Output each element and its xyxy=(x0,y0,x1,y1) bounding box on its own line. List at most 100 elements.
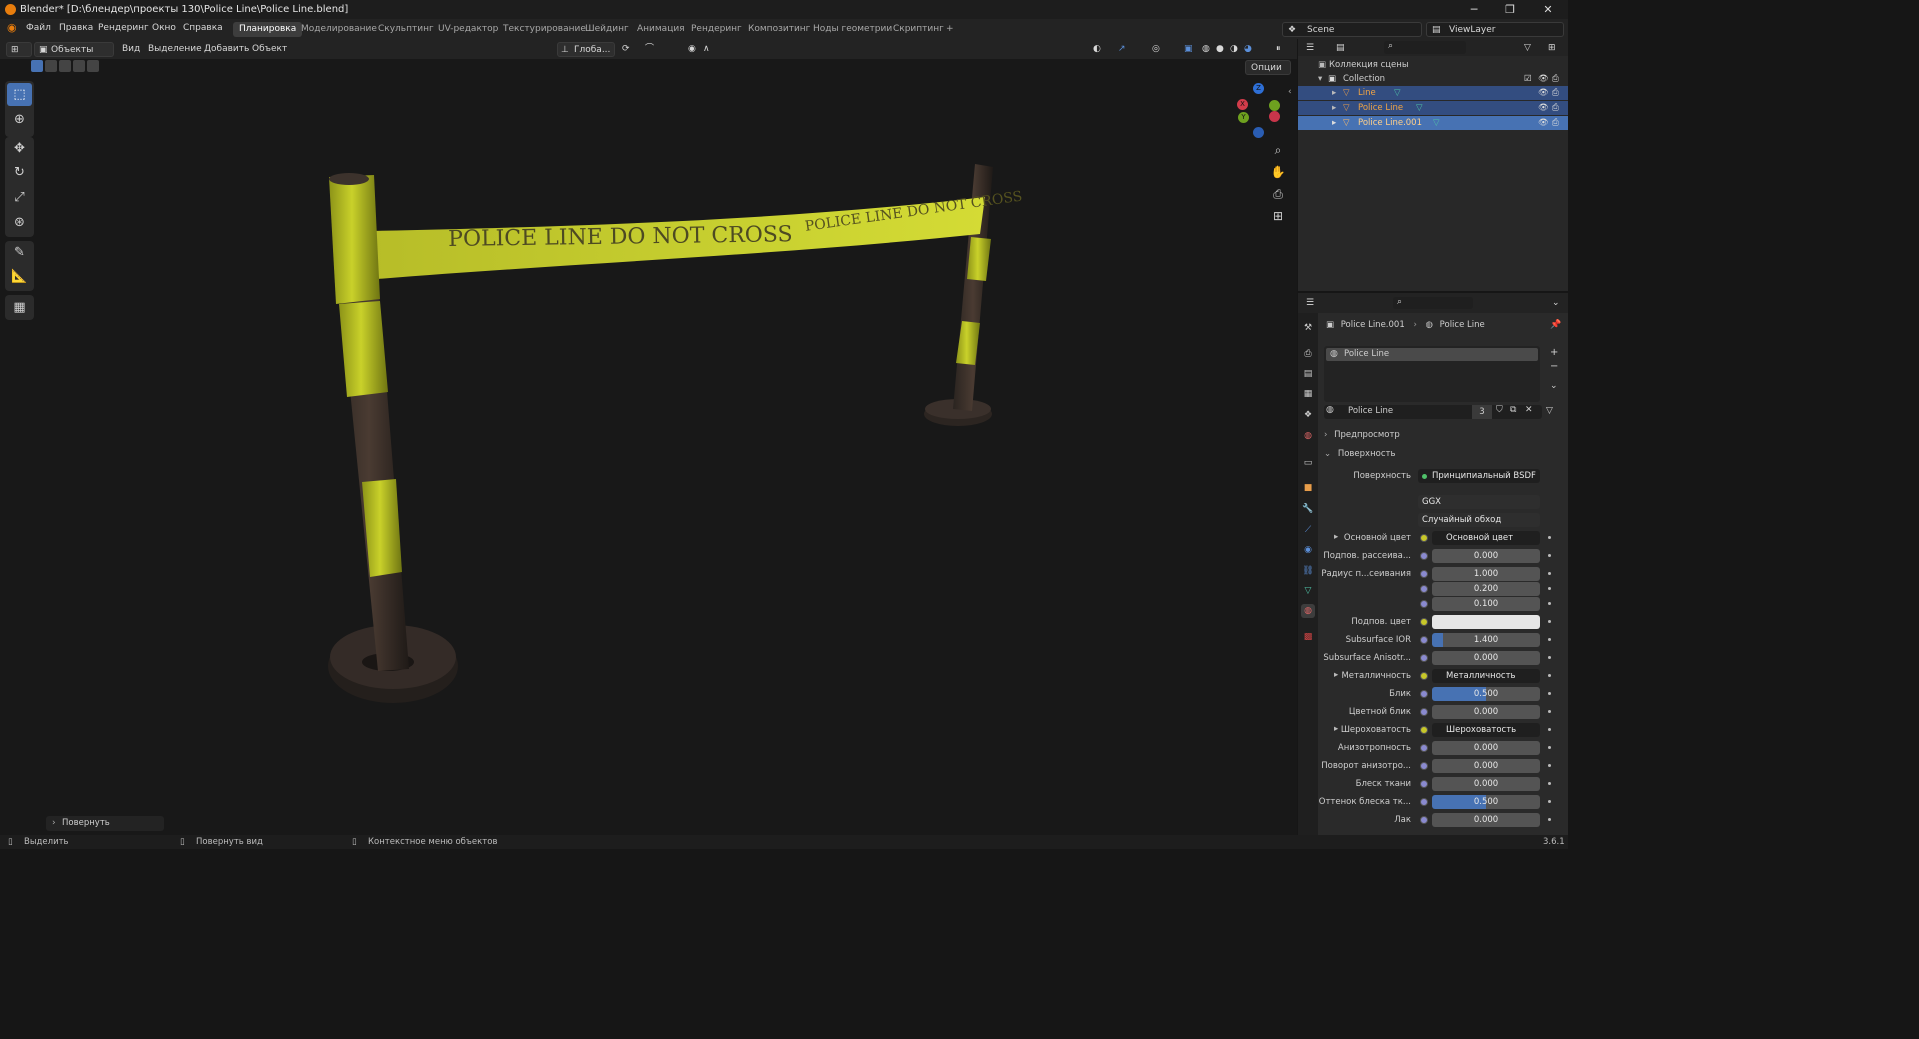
particles-tab-icon[interactable]: ⟋ xyxy=(1301,523,1315,537)
transform-orientation[interactable]: ⊥ Глоба... xyxy=(557,42,615,57)
browse-material-icon[interactable]: ◍ xyxy=(1326,405,1334,415)
user-count[interactable]: 3 xyxy=(1472,405,1492,419)
keyframe-icon[interactable] xyxy=(1548,692,1551,695)
unlink-icon[interactable]: ✕ xyxy=(1525,405,1533,415)
expand-icon[interactable]: ▸ xyxy=(1334,724,1338,734)
material-selector[interactable]: ◍ Police Line 3 ⛉ ⧉ ✕ xyxy=(1324,405,1542,419)
fake-user-icon[interactable]: ⛉ xyxy=(1496,405,1503,415)
surface-shader-field[interactable]: Принципиальный BSDF xyxy=(1418,469,1540,483)
keyframe-icon[interactable] xyxy=(1548,587,1551,590)
value-slider[interactable]: 0.500 xyxy=(1432,795,1540,809)
tab-uv[interactable]: UV-редактор xyxy=(432,22,504,37)
tab-shading[interactable]: Шейдинг xyxy=(579,22,635,37)
linked-input-field[interactable]: Шероховатость xyxy=(1432,723,1540,737)
eye-icon[interactable]: 👁 xyxy=(1538,116,1549,130)
properties-editor-icon[interactable]: ☰ xyxy=(1306,296,1314,311)
eye-icon[interactable]: 👁 xyxy=(1538,72,1549,86)
expand-icon[interactable]: ▸ xyxy=(1332,101,1336,115)
pin-icon[interactable]: 📌 xyxy=(1550,320,1561,330)
keyframe-icon[interactable] xyxy=(1548,572,1551,575)
panel-surface[interactable]: ⌄ Поверхность xyxy=(1324,449,1395,459)
material-slots-list[interactable]: ◍ Police Line xyxy=(1324,346,1540,402)
mode-selector[interactable]: ▣ Объекты xyxy=(34,42,114,57)
wireframe-shading-icon[interactable]: ◍ xyxy=(1202,42,1210,57)
value-slider[interactable]: 0.500 xyxy=(1432,687,1540,701)
keyframe-icon[interactable] xyxy=(1548,638,1551,641)
value-slider[interactable]: 0.000 xyxy=(1432,741,1540,755)
distribution-dropdown[interactable]: GGX xyxy=(1418,495,1540,509)
keyframe-icon[interactable] xyxy=(1548,746,1551,749)
proportional-edit-icon[interactable]: ◉ xyxy=(688,42,696,57)
gizmo-neg-z[interactable] xyxy=(1253,127,1264,138)
snap-icon[interactable]: ⌒ xyxy=(645,42,654,57)
color-swatch[interactable] xyxy=(1432,615,1540,629)
keyframe-icon[interactable] xyxy=(1548,800,1551,803)
socket-icon[interactable] xyxy=(1420,552,1428,560)
value-slider[interactable]: 0.000 xyxy=(1432,651,1540,665)
value-slider[interactable]: 0.000 xyxy=(1432,759,1540,773)
eye-icon[interactable]: 👁 xyxy=(1538,86,1549,100)
camera-icon[interactable]: ⎙ xyxy=(1552,101,1559,115)
socket-icon[interactable] xyxy=(1420,672,1428,680)
blender-menu-icon[interactable]: ◉ xyxy=(7,21,17,34)
collection-tab-icon[interactable]: ▭ xyxy=(1301,456,1315,470)
duplicate-icon[interactable]: ⧉ xyxy=(1510,405,1516,415)
slot-menu-icon[interactable]: ⌄ xyxy=(1550,381,1558,391)
rendered-shading-icon[interactable]: ◕ xyxy=(1244,42,1252,57)
render-tab-icon[interactable]: ⎙ xyxy=(1301,347,1315,361)
expand-icon[interactable]: ▸ xyxy=(1334,670,1338,680)
outliner-row-police-line-001[interactable]: ▸ ▽ Police Line.001 ▽ 👁 ⎙ xyxy=(1298,116,1568,130)
expand-icon[interactable]: ▸ xyxy=(1332,86,1336,100)
material-shading-icon[interactable]: ◑ xyxy=(1230,42,1238,57)
tab-compositing[interactable]: Композитинг xyxy=(742,22,816,37)
tool-tab-icon[interactable]: ⚒ xyxy=(1301,321,1315,335)
pivot-icon[interactable]: ⟳ xyxy=(622,42,630,57)
menu-file[interactable]: Файл xyxy=(26,23,51,33)
data-tab-icon[interactable]: ▽ xyxy=(1301,584,1315,598)
value-slider[interactable]: 0.200 xyxy=(1432,582,1540,596)
keyframe-icon[interactable] xyxy=(1548,782,1551,785)
gizmo-neg-y[interactable] xyxy=(1269,100,1280,111)
falloff-icon[interactable]: ∧ xyxy=(703,42,710,57)
socket-icon[interactable] xyxy=(1420,534,1428,542)
world-tab-icon[interactable]: ◍ xyxy=(1301,429,1315,443)
menu-help[interactable]: Справка xyxy=(183,23,223,33)
view-layer-selector[interactable]: ▤ ViewLayer xyxy=(1426,22,1564,37)
keyframe-icon[interactable] xyxy=(1548,674,1551,677)
gizmo-neg-x[interactable] xyxy=(1269,111,1280,122)
keyframe-icon[interactable] xyxy=(1548,764,1551,767)
material-slot[interactable]: ◍ Police Line xyxy=(1326,348,1538,361)
link-type-icon[interactable]: ▽ xyxy=(1546,406,1553,416)
display-mode-icon[interactable]: ▤ xyxy=(1336,41,1345,56)
material-tab-icon[interactable]: ◍ xyxy=(1301,604,1315,618)
socket-icon[interactable] xyxy=(1420,690,1428,698)
scene-tab-icon[interactable]: ❖ xyxy=(1301,408,1315,422)
value-slider[interactable]: 1.000 xyxy=(1432,567,1540,581)
value-slider[interactable]: 0.000 xyxy=(1432,705,1540,719)
outliner-row-line[interactable]: ▸ ▽ Line ▽ 👁 ⎙ xyxy=(1298,86,1568,100)
value-slider[interactable]: 1.400 xyxy=(1432,633,1540,647)
socket-icon[interactable] xyxy=(1420,798,1428,806)
linked-input-field[interactable]: Основной цвет xyxy=(1432,531,1540,545)
socket-icon[interactable] xyxy=(1420,570,1428,578)
menu-add[interactable]: Добавить xyxy=(204,42,249,57)
remove-slot-icon[interactable]: − xyxy=(1550,361,1558,372)
navigation-gizmo[interactable]: Z X Y xyxy=(1232,81,1284,139)
pan-hand-icon[interactable]: ✋ xyxy=(1268,163,1288,181)
camera-view-icon[interactable]: ⎙ xyxy=(1268,185,1288,203)
minimize-icon[interactable]: ─ xyxy=(1456,0,1492,19)
viewport-3d[interactable]: Опции ⬚ ⊕ ✥ ↻ ⤢ ⊛ ✎ 📐 ▦ POLICE LINE DO N… xyxy=(0,59,1297,835)
keyframe-icon[interactable] xyxy=(1548,536,1551,539)
keyframe-icon[interactable] xyxy=(1548,728,1551,731)
solid-shading-icon[interactable]: ● xyxy=(1216,42,1224,57)
tab-layout[interactable]: Планировка xyxy=(233,22,303,37)
outliner-row-scene-collection[interactable]: ▣ Коллекция сцены xyxy=(1298,58,1568,72)
tab-geometry-nodes[interactable]: Ноды геометрии xyxy=(807,22,898,37)
modifier-tab-icon[interactable]: 🔧 xyxy=(1301,502,1315,516)
gizmo-x-axis[interactable]: X xyxy=(1237,99,1248,110)
socket-icon[interactable] xyxy=(1420,762,1428,770)
menu-edit[interactable]: Правка xyxy=(59,23,93,33)
expand-icon[interactable]: ▸ xyxy=(1332,116,1336,130)
socket-icon[interactable] xyxy=(1420,780,1428,788)
material-name-field[interactable]: Police Line xyxy=(1348,406,1393,416)
